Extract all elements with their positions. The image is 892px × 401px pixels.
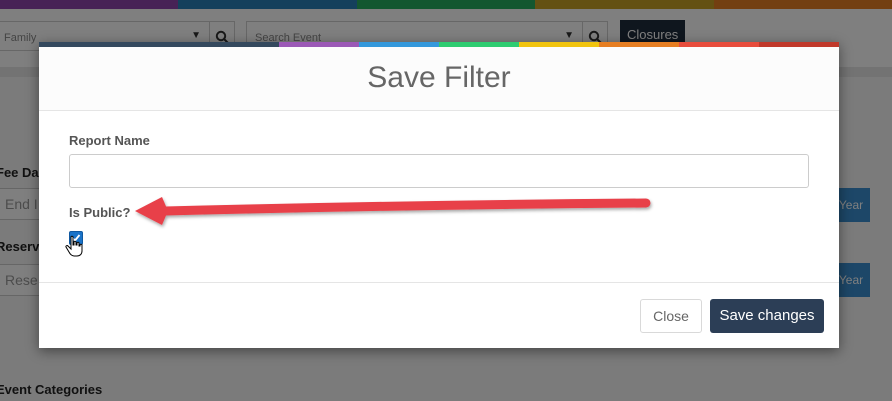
annotation-arrow: [135, 197, 651, 225]
arrow-shaft: [160, 198, 651, 216]
arrow-head: [135, 197, 168, 225]
